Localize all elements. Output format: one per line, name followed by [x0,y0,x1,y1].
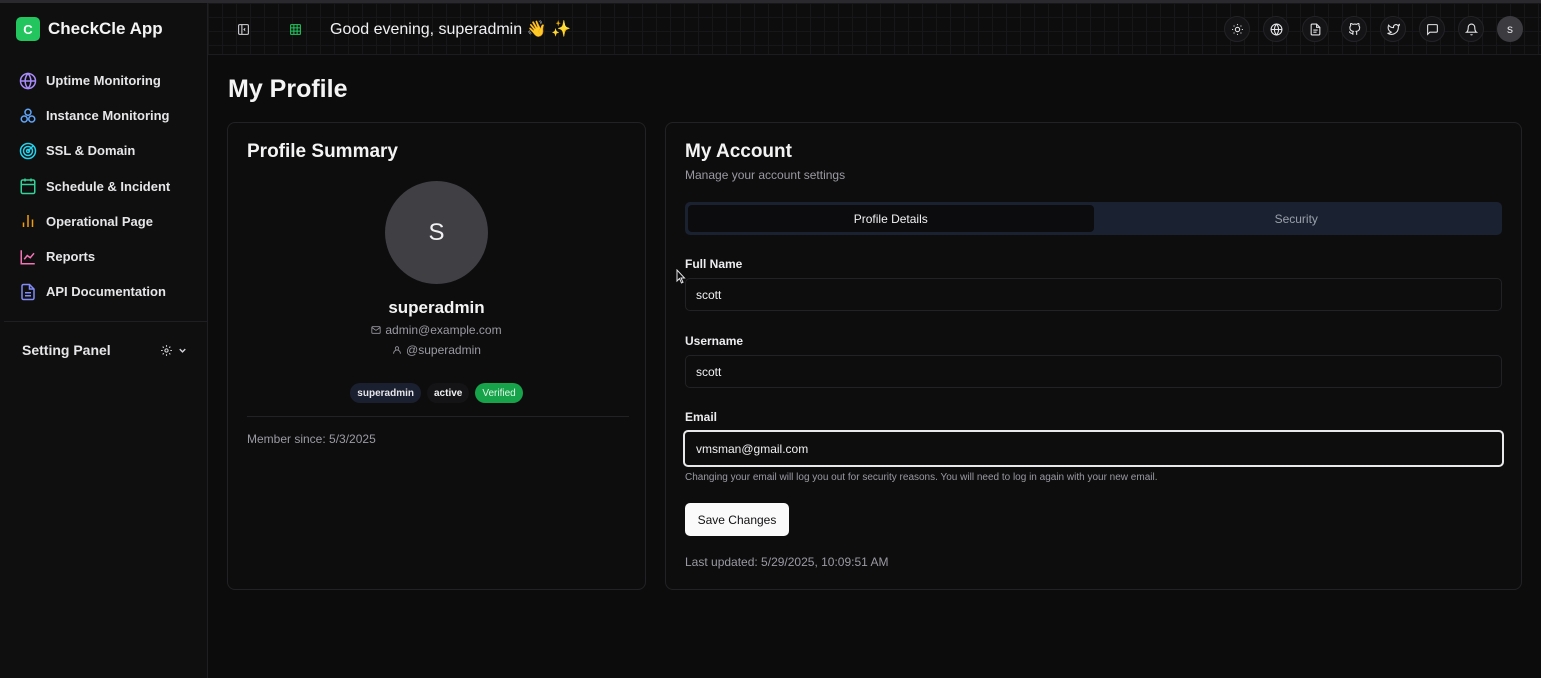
save-changes-button[interactable]: Save Changes [685,503,789,536]
sun-icon [1231,23,1243,35]
role-badge: superadmin [350,383,421,403]
full-name-field[interactable] [685,278,1502,311]
message-icon [1426,23,1438,36]
document-icon [21,283,35,300]
sidebar-item-label: Uptime Monitoring [46,73,161,89]
sidebar-item-schedule-incident[interactable]: Schedule & Incident [0,169,208,204]
greeting-text: Good evening, superadmin 👋 ✨ [330,21,571,38]
sidebar-item-operational-page[interactable]: Operational Page [0,204,208,239]
sidebar: C CheckCle App Uptime Monitoring Instanc… [0,3,208,678]
mouse-cursor-icon [676,269,686,284]
sidebar-item-label: Instance Monitoring [46,108,170,124]
sidebar-item-label: Reports [46,249,96,265]
radar-icon [19,142,37,160]
grid-view-button[interactable] [283,17,307,41]
tab-security[interactable]: Security [1094,205,1500,232]
notifications-button[interactable] [1458,16,1484,42]
username-field[interactable] [685,355,1502,388]
calendar-icon [20,178,36,195]
email-field[interactable] [683,430,1504,467]
sidebar-item-label: SSL & Domain [46,143,136,159]
profile-email: admin@example.com [385,323,502,337]
github-button[interactable] [1341,16,1367,42]
member-since: Member since: 5/3/2025 [247,432,376,446]
my-account-title: My Account [685,141,792,162]
username-label: Username [685,334,744,348]
header-actions: s [1224,16,1523,42]
bell-icon [1464,23,1478,35]
profile-badges: superadmin active Verified [228,383,645,403]
my-account-card: My Account Manage your account settings … [665,122,1522,590]
my-account-subtitle: Manage your account settings [685,168,846,182]
globe-icon [1270,22,1282,36]
sidebar-item-instance-monitoring[interactable]: Instance Monitoring [0,98,208,133]
profile-summary-title: Profile Summary [247,141,398,162]
verified-badge: Verified [475,383,523,403]
sidebar-item-ssl-domain[interactable]: SSL & Domain [0,133,208,168]
user-icon [393,346,401,354]
sidebar-divider [4,321,207,322]
profile-handle: @superadmin [406,343,481,357]
github-icon [1348,22,1360,35]
twitter-icon [1386,23,1400,35]
profile-email-line: admin@example.com [228,323,645,337]
page-title: My Profile [228,75,348,103]
sidebar-item-label: API Documentation [46,284,166,300]
twitter-button[interactable] [1380,16,1406,42]
sidebar-item-reports[interactable]: Reports [0,239,208,274]
last-updated: Last updated: 5/29/2025, 10:09:51 AM [685,555,889,569]
network-icon [20,108,36,123]
profile-handle-line: @superadmin [228,343,645,357]
globe-icon [19,71,37,90]
panel-left-icon [237,23,249,35]
brand-logo: C [16,17,40,41]
full-name-label: Full Name [685,257,743,271]
grid-icon [289,23,301,35]
status-badge: active [426,383,470,403]
email-change-hint: Changing your email will log you out for… [685,472,1158,483]
brand[interactable]: C CheckCle App [16,17,163,41]
gear-icon [161,344,172,356]
profile-avatar: S [385,181,488,284]
profile-summary-card: Profile Summary S superadmin admin@examp… [227,122,646,590]
setting-panel-toggle[interactable]: Setting Panel [22,342,188,358]
user-avatar-button[interactable]: s [1497,16,1523,42]
sidebar-item-label: Schedule & Incident [46,178,171,194]
sidebar-item-api-documentation[interactable]: API Documentation [0,274,208,309]
feedback-button[interactable] [1419,16,1445,42]
bar-chart-icon [22,215,34,228]
account-tabs: Profile Details Security [685,202,1502,235]
profile-name: superadmin [388,298,485,317]
profile-divider [247,416,629,417]
file-icon [1310,23,1320,35]
chevron-down-icon [179,348,186,353]
line-chart-icon [20,249,35,265]
sidebar-nav: Uptime Monitoring Instance Monitoring SS… [0,63,208,309]
sidebar-item-uptime-monitoring[interactable]: Uptime Monitoring [0,63,208,98]
language-button[interactable] [1263,16,1289,42]
docs-button[interactable] [1302,16,1328,42]
top-header: Good evening, superadmin 👋 ✨ s [208,3,1541,55]
sidebar-toggle-button[interactable] [231,17,255,41]
mail-icon [371,326,381,334]
sidebar-item-label: Operational Page [46,213,153,229]
brand-name: CheckCle App [48,19,163,38]
app-window: C CheckCle App Uptime Monitoring Instanc… [0,0,1541,678]
tab-profile-details[interactable]: Profile Details [688,205,1094,232]
email-label: Email [685,410,718,424]
theme-toggle-button[interactable] [1224,16,1250,42]
setting-panel-label: Setting Panel [22,342,111,358]
